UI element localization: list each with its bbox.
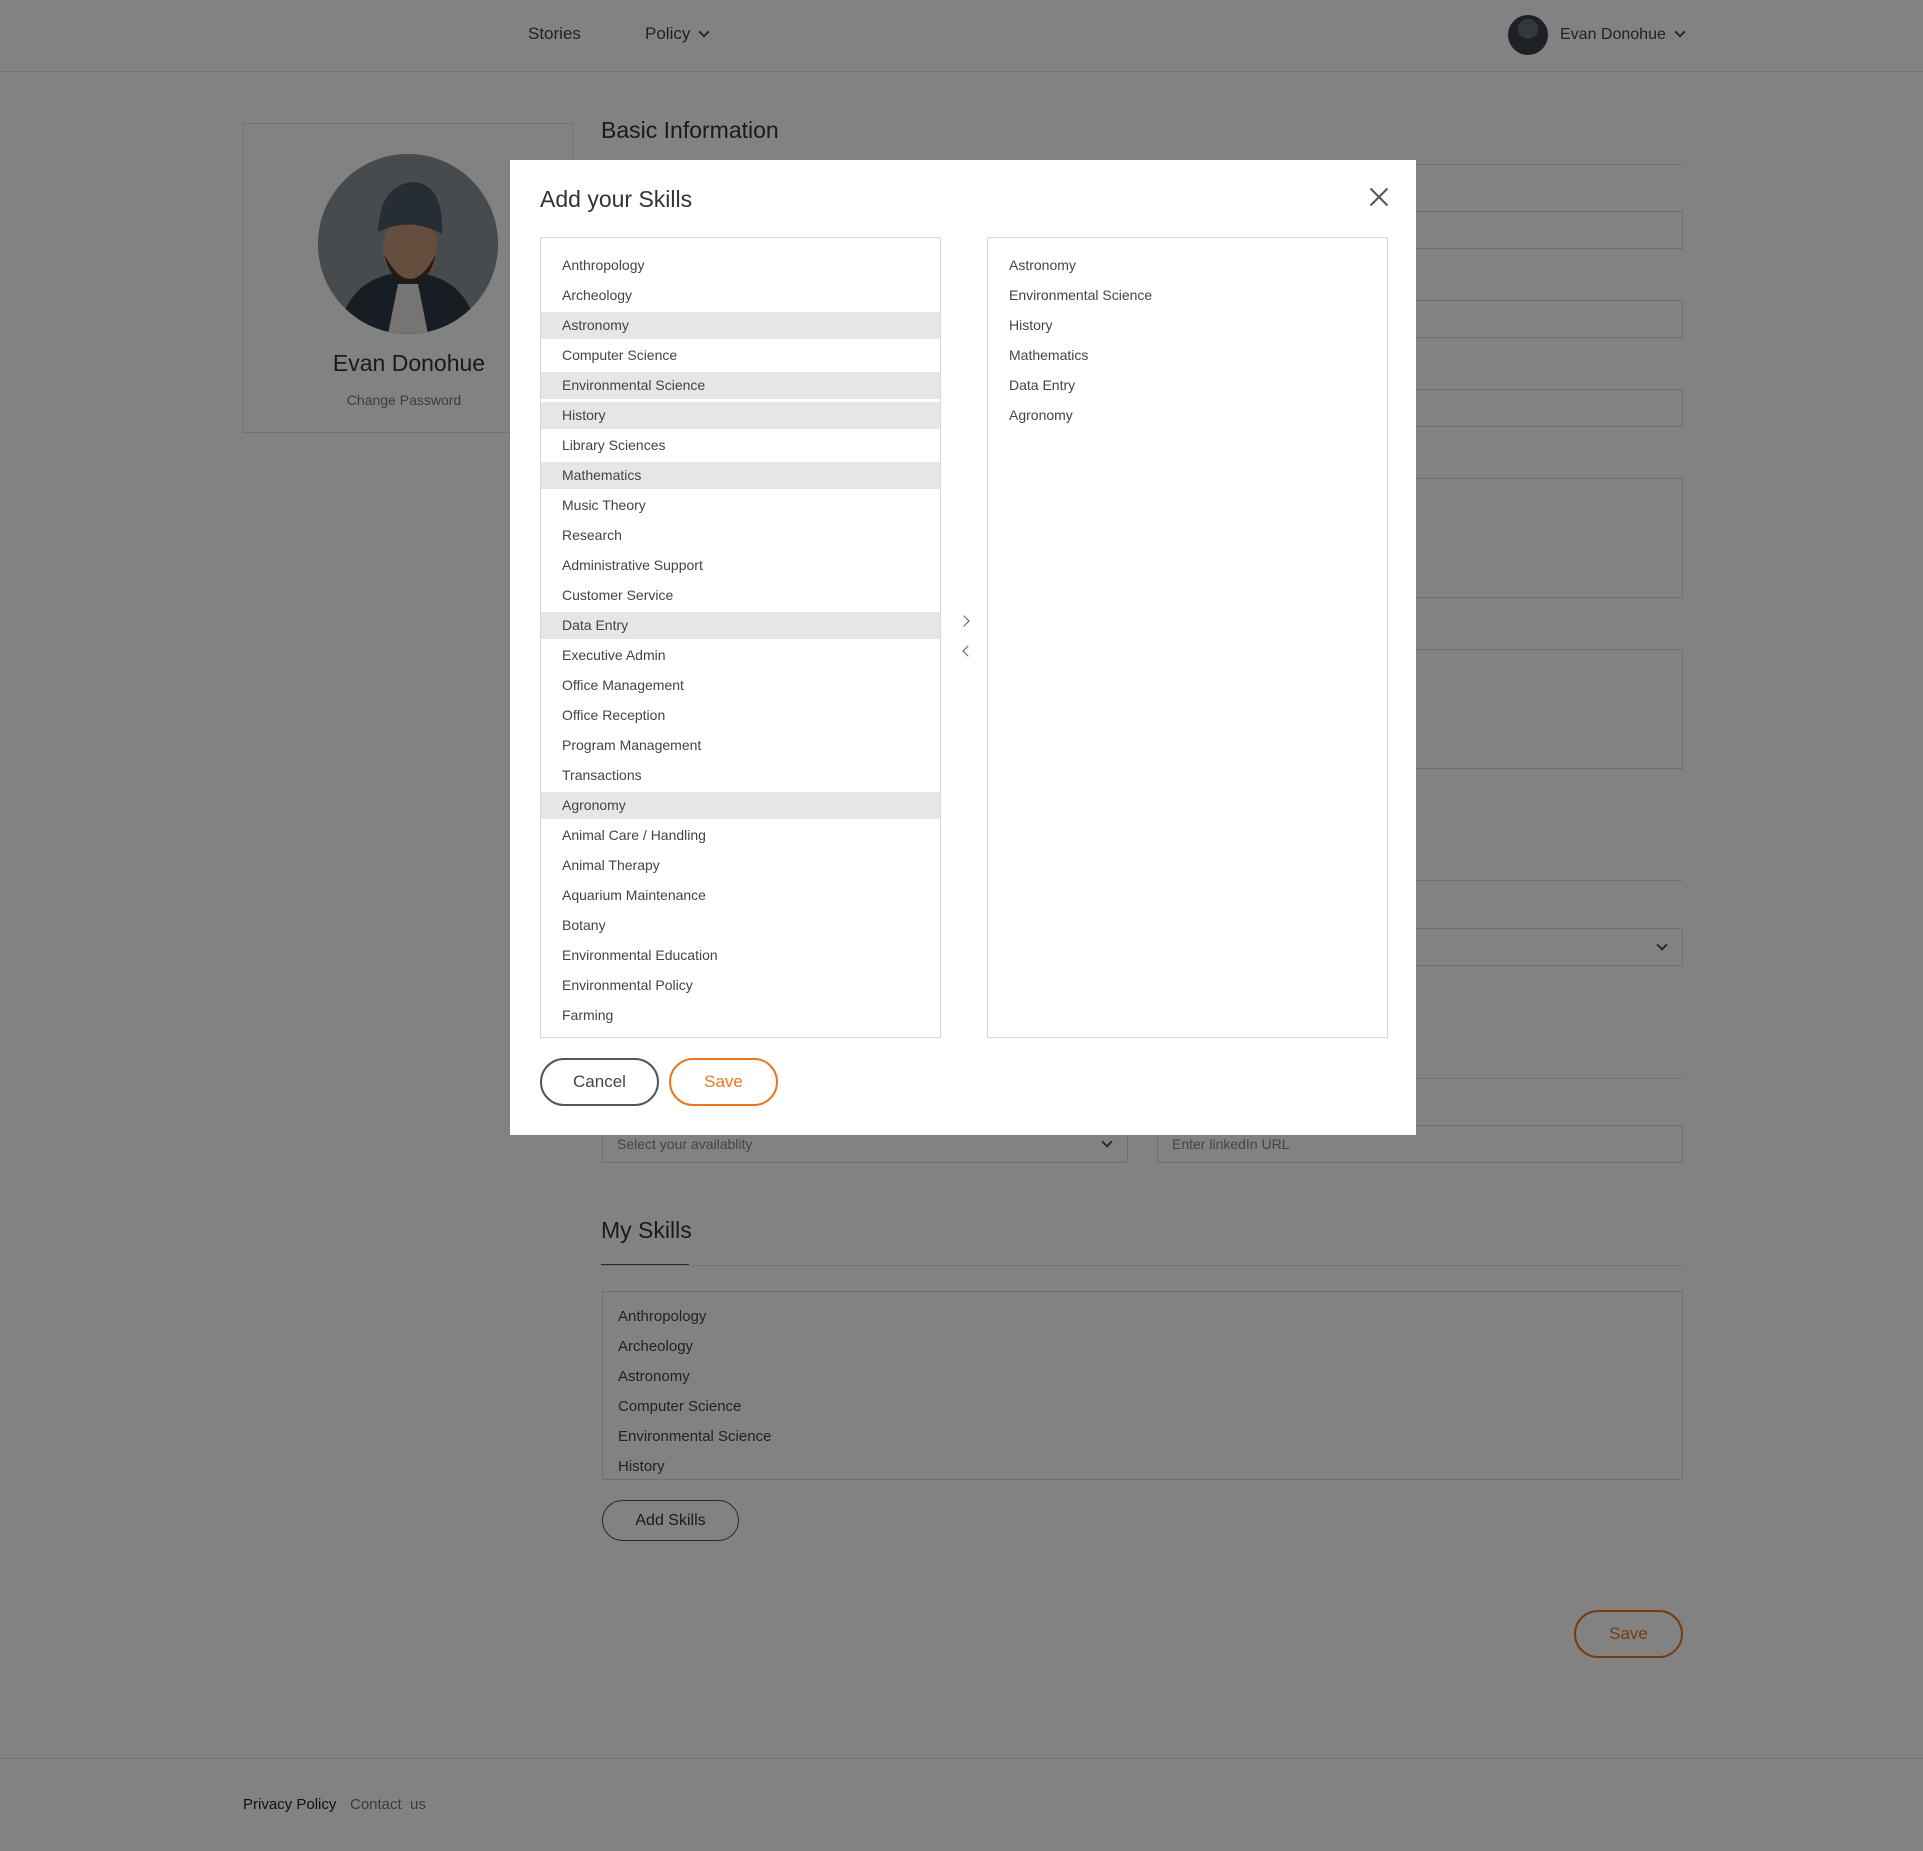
add-skills-modal: Add your Skills Anthropology Archeology As… <box>510 160 1416 1135</box>
chosen-skill-option[interactable]: History <box>988 312 1387 339</box>
skill-option[interactable]: Office Management <box>541 672 940 699</box>
skill-option[interactable]: Archeology <box>541 282 940 309</box>
chosen-skills-list[interactable]: Astronomy Environmental Science History Mat… <box>987 237 1388 1038</box>
available-skills-list[interactable]: Anthropology Archeology Astronomy Computer … <box>540 237 941 1038</box>
chosen-skill-option[interactable]: Data Entry <box>988 372 1387 399</box>
chevron-right-icon[interactable] <box>958 612 976 630</box>
skill-option[interactable]: Astronomy <box>541 312 940 339</box>
chosen-skill-option[interactable]: Mathematics <box>988 342 1387 369</box>
skill-option[interactable]: Botany <box>541 912 940 939</box>
skill-option[interactable]: Environmental Science <box>541 372 940 399</box>
skill-option[interactable]: Animal Therapy <box>541 852 940 879</box>
skill-option[interactable]: Transactions <box>541 762 940 789</box>
skill-option[interactable]: Executive Admin <box>541 642 940 669</box>
skill-option[interactable]: Customer Service <box>541 582 940 609</box>
skill-option[interactable]: Anthropology <box>541 252 940 279</box>
chosen-skill-option[interactable]: Agronomy <box>988 402 1387 429</box>
skill-option[interactable]: Mathematics <box>541 462 940 489</box>
skill-option[interactable]: Aquarium Maintenance <box>541 882 940 909</box>
skill-option[interactable]: Office Reception <box>541 702 940 729</box>
skill-option[interactable]: Research <box>541 522 940 549</box>
chosen-skill-option[interactable]: Environmental Science <box>988 282 1387 309</box>
skill-option[interactable]: Environmental Education <box>541 942 940 969</box>
skill-option[interactable]: Data Entry <box>541 612 940 639</box>
cancel-button[interactable]: Cancel <box>540 1058 659 1106</box>
skill-option[interactable]: Program Management <box>541 732 940 759</box>
modal-title: Add your Skills <box>540 186 693 212</box>
skill-option[interactable]: Farming <box>541 1002 940 1029</box>
close-icon[interactable] <box>1367 185 1391 209</box>
save-button[interactable]: Save <box>669 1058 778 1106</box>
skill-option[interactable]: History <box>541 402 940 429</box>
chosen-skill-option[interactable]: Astronomy <box>988 252 1387 279</box>
skill-option[interactable]: Administrative Support <box>541 552 940 579</box>
skill-option[interactable]: Music Theory <box>541 492 940 519</box>
skill-option[interactable]: Library Sciences <box>541 432 940 459</box>
skill-option[interactable]: Computer Science <box>541 342 940 369</box>
chevron-left-icon[interactable] <box>958 642 976 660</box>
skill-option[interactable]: Animal Care / Handling <box>541 822 940 849</box>
skill-option[interactable]: Agronomy <box>541 792 940 819</box>
skill-option[interactable]: Environmental Policy <box>541 972 940 999</box>
